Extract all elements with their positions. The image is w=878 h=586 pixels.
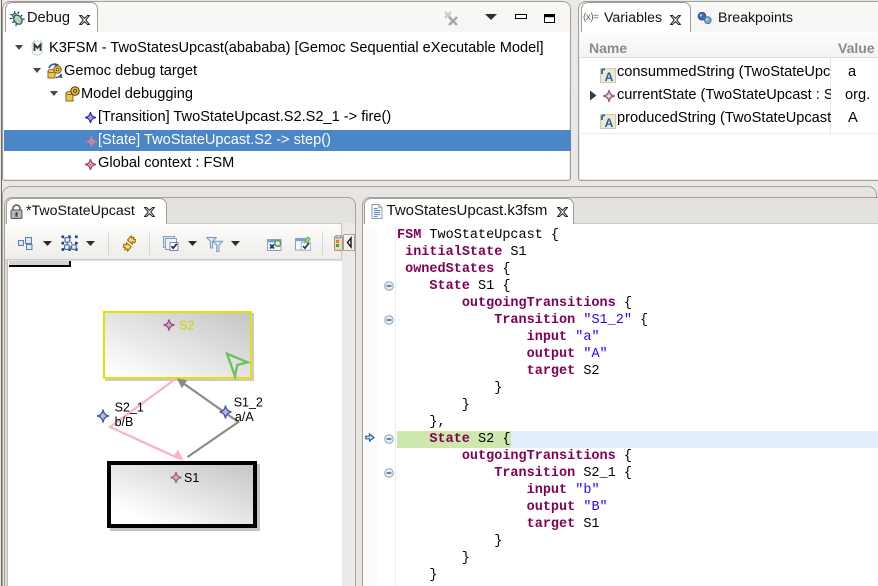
svg-text:S1: S1 [184, 471, 199, 485]
svg-text:S2_1: S2_1 [115, 401, 144, 415]
svg-text:A: A [605, 116, 614, 129]
svg-text:S2: S2 [179, 319, 194, 333]
svg-text:b/B: b/B [115, 415, 134, 429]
svg-text:S1_2: S1_2 [234, 396, 263, 410]
svg-text:A: A [605, 70, 614, 83]
svg-text:a/A: a/A [235, 410, 254, 424]
